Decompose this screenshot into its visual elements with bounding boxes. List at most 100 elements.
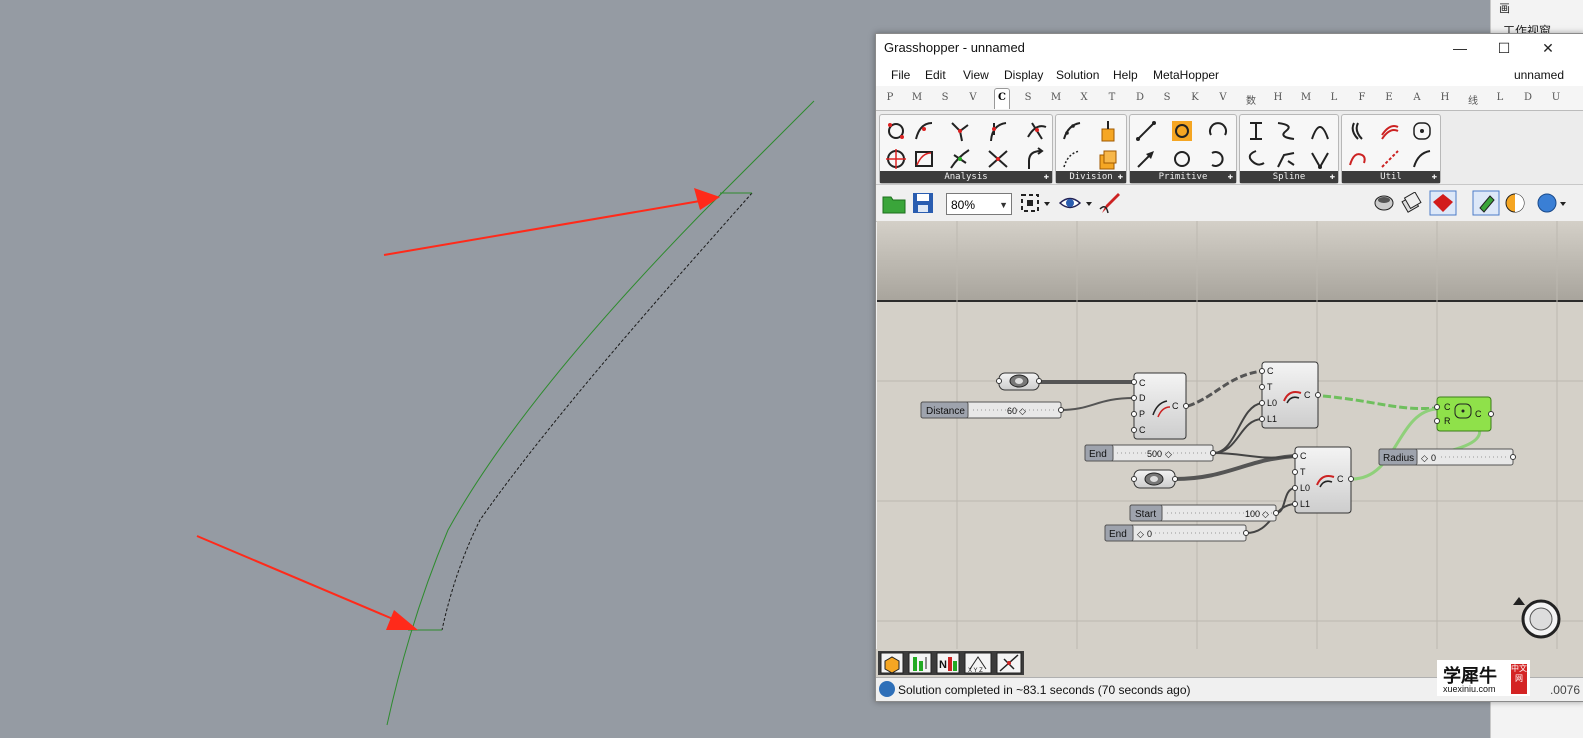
curve-closest-point-icon[interactable] (884, 119, 908, 143)
fillet-icon[interactable] (1410, 119, 1434, 143)
document-name[interactable]: unnamed (1514, 68, 1564, 82)
menu-display[interactable]: Display (1004, 68, 1043, 82)
zoom-select[interactable]: 80% ▼ (946, 193, 1012, 215)
maximize-button[interactable]: ☐ (1492, 38, 1516, 58)
tab-9[interactable]: D (1133, 92, 1147, 103)
tab-1[interactable]: M (910, 92, 924, 103)
knot-vector-icon[interactable] (1308, 147, 1332, 171)
close-button[interactable]: ✕ (1536, 38, 1560, 58)
tab-8[interactable]: T (1105, 92, 1119, 103)
curve-tool-icon[interactable] (996, 652, 1022, 674)
menu-file[interactable]: File (891, 68, 910, 82)
fillet-component[interactable]: C R C (1434, 396, 1494, 432)
line-icon[interactable] (1134, 119, 1158, 143)
extend-curve-icon[interactable] (1346, 147, 1370, 171)
panel-primitive-label[interactable]: Primitive ✚ (1130, 171, 1236, 183)
offset-icon[interactable] (1346, 119, 1370, 143)
zoom-extents-icon[interactable] (1020, 193, 1052, 213)
tab-22[interactable]: L (1493, 92, 1507, 103)
tab-16[interactable]: L (1327, 92, 1341, 103)
number-icon[interactable]: N (936, 652, 960, 674)
menu-metahopper[interactable]: MetaHopper (1153, 68, 1219, 82)
arc-sed-icon[interactable] (1206, 147, 1230, 171)
save-file-icon[interactable] (912, 192, 934, 214)
material-preview-icon[interactable] (1504, 192, 1526, 214)
tab-0[interactable]: P (883, 92, 897, 103)
interpolate-icon[interactable] (1244, 119, 1268, 143)
tab-19[interactable]: A (1410, 92, 1424, 103)
contour-icon[interactable] (1096, 119, 1120, 143)
sort-icon[interactable] (908, 652, 932, 674)
preview-shaded-icon[interactable] (1429, 190, 1457, 216)
open-file-icon[interactable] (882, 192, 906, 214)
curve-tangent-icon[interactable] (986, 119, 1010, 143)
tab-24[interactable]: U (1549, 92, 1563, 103)
radius-slider[interactable]: Radius ◇ 0 (1378, 448, 1516, 466)
panel-tab[interactable]: 画 (1499, 0, 1510, 16)
curve-param-node-2[interactable] (1131, 469, 1178, 489)
tangent-curve-icon[interactable] (1274, 147, 1298, 171)
menu-solution[interactable]: Solution (1056, 68, 1099, 82)
tab-17[interactable]: F (1355, 92, 1369, 103)
offset-component[interactable]: C D P C C (1131, 372, 1189, 440)
curve-closed-icon[interactable] (1024, 147, 1048, 171)
panel-analysis-label[interactable]: Analysis ✚ (880, 171, 1052, 183)
curve-discontinuity-icon[interactable] (986, 147, 1010, 171)
minimize-button[interactable]: — (1448, 38, 1472, 58)
tab-10[interactable]: S (1160, 92, 1174, 103)
kinky-curve-icon[interactable] (1274, 119, 1298, 143)
title-bar[interactable]: Grasshopper - unnamed — ☐ ✕ (876, 34, 1583, 62)
extend-component-2[interactable]: C T L0 L1 C (1292, 446, 1354, 514)
start-slider[interactable]: Start 100 ◇ (1129, 504, 1279, 522)
curve-evaluate-icon[interactable] (948, 147, 972, 171)
extend-component-1[interactable]: C T L0 L1 C (1259, 361, 1321, 429)
divide-distance-icon[interactable] (1060, 147, 1084, 171)
line-sdl-icon[interactable] (1134, 147, 1158, 171)
divide-curve-icon[interactable] (1060, 119, 1084, 143)
tab-21[interactable]: 线 (1466, 92, 1480, 107)
tab-13[interactable]: 数 (1244, 92, 1258, 107)
sketch-pen-icon[interactable] (1098, 191, 1122, 215)
bake-icon[interactable] (880, 652, 904, 674)
circle-orange-icon[interactable] (1170, 119, 1194, 143)
preview-eye-icon[interactable] (1058, 193, 1094, 213)
curve-param-node-1[interactable] (996, 372, 1042, 391)
tab-15[interactable]: M (1299, 92, 1313, 103)
tab-23[interactable]: D (1521, 92, 1535, 103)
menu-help[interactable]: Help (1113, 68, 1138, 82)
menu-edit[interactable]: Edit (925, 68, 946, 82)
offset-loose-icon[interactable] (1378, 119, 1402, 143)
circle-icon[interactable] (1170, 147, 1194, 171)
tab-2[interactable]: S (938, 92, 952, 103)
arc-icon[interactable] (1206, 119, 1230, 143)
flip-curve-icon[interactable] (1410, 147, 1434, 171)
menu-view[interactable]: View (963, 68, 989, 82)
xyz-icon[interactable]: X Y Z (964, 652, 992, 674)
tab-4[interactable]: C (994, 88, 1010, 109)
tab-7[interactable]: X (1077, 92, 1091, 103)
grasshopper-canvas[interactable]: Distance 60 ◇ C D P C C C T L0 L1 C End … (877, 221, 1583, 649)
panel-spline-label[interactable]: Spline ✚ (1240, 171, 1338, 183)
tab-6[interactable]: M (1049, 92, 1063, 103)
selected-preview-icon[interactable] (1472, 190, 1500, 216)
end-slider-top[interactable]: End 500 ◇ (1084, 444, 1216, 462)
tab-5[interactable]: S (1021, 92, 1035, 103)
panel-util-label[interactable]: Util ✚ (1342, 171, 1440, 183)
tab-12[interactable]: V (1216, 92, 1230, 103)
end-slider-bottom[interactable]: End ◇ 0 (1104, 524, 1249, 542)
tab-11[interactable]: K (1188, 92, 1202, 103)
curve-intersect-icon[interactable] (1024, 119, 1048, 143)
curve-center-icon[interactable] (884, 147, 908, 171)
curve-frame-icon[interactable] (912, 119, 936, 143)
panel-division-label[interactable]: Division ✚ (1056, 171, 1126, 183)
join-curves-icon[interactable] (1378, 147, 1402, 171)
preview-wire-icon[interactable] (1373, 192, 1395, 214)
preview-sphere-icon[interactable] (1536, 192, 1566, 214)
tab-20[interactable]: H (1438, 92, 1452, 103)
contour-ex-icon[interactable] (1096, 147, 1120, 171)
preview-mesh-icon[interactable] (1401, 192, 1423, 214)
curve-split-icon[interactable] (948, 119, 972, 143)
tab-3[interactable]: V (966, 92, 980, 103)
tab-18[interactable]: E (1382, 92, 1396, 103)
tab-14[interactable]: H (1271, 92, 1285, 103)
